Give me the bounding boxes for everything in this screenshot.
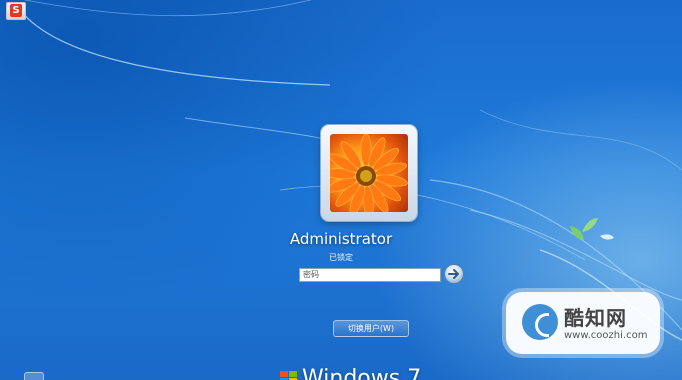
password-field[interactable]: 密码 bbox=[299, 268, 441, 282]
flower-icon bbox=[330, 134, 408, 212]
wps-s-glyph: S bbox=[10, 4, 22, 17]
arrow-right-icon bbox=[448, 269, 459, 279]
user-name: Administrator bbox=[289, 230, 393, 248]
flower-avatar-image bbox=[330, 134, 408, 212]
windows-7-branding: Windows 7 bbox=[302, 366, 422, 380]
lock-status: 已锁定 bbox=[329, 253, 353, 262]
ease-of-access-icon[interactable] bbox=[24, 372, 44, 380]
watermark-text: 酷知网 bbox=[564, 306, 627, 330]
user-avatar bbox=[321, 125, 417, 221]
coozhi-logo-icon bbox=[522, 304, 558, 340]
wps-app-icon[interactable]: S bbox=[6, 2, 26, 20]
windows-flag-icon bbox=[280, 371, 297, 380]
switch-user-button[interactable]: 切换用户(W) bbox=[333, 320, 409, 337]
submit-button[interactable] bbox=[444, 264, 464, 284]
watermark: 酷知网 www.coozhi.com bbox=[506, 292, 660, 354]
login-screen: S Administrator 已锁定 密码 切换用户(W) Windows 7… bbox=[0, 0, 682, 380]
watermark-url: www.coozhi.com bbox=[564, 330, 648, 341]
